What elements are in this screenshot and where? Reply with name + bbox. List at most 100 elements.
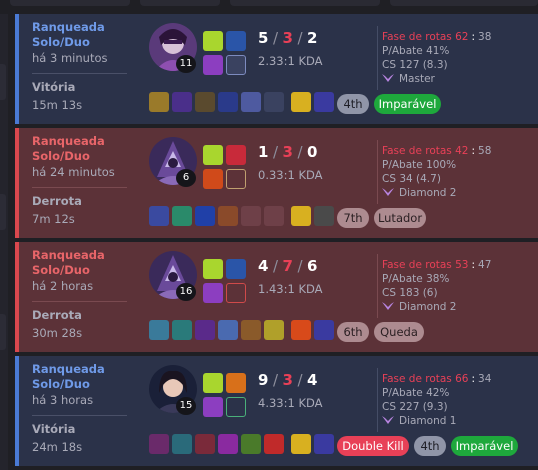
flash-spell-icon[interactable] — [203, 259, 223, 279]
rail-item[interactable] — [0, 194, 6, 230]
item-icon[interactable] — [314, 206, 334, 226]
assists: 6 — [307, 257, 318, 275]
stats-divider — [377, 140, 378, 204]
top-tab[interactable] — [10, 0, 130, 6]
match-result: Derrota — [32, 194, 82, 208]
rank-wings-icon — [382, 74, 394, 82]
match-card[interactable]: Ranqueada Solo/Duo há 2 horas Derrota 30… — [15, 242, 538, 352]
item-icon[interactable] — [172, 92, 192, 112]
item-icon[interactable] — [172, 434, 192, 454]
item-icon[interactable] — [195, 320, 215, 340]
rank-wings-icon — [382, 188, 394, 196]
item-icon[interactable] — [195, 434, 215, 454]
match-card[interactable]: Ranqueada Solo/Duo há 3 minutos Vitória … — [15, 14, 538, 124]
item-icon[interactable] — [172, 206, 192, 226]
divider — [32, 73, 127, 74]
item-icon[interactable] — [314, 92, 334, 112]
tag-badge: Double Kill — [337, 436, 409, 456]
flash-spell-icon[interactable] — [203, 373, 223, 393]
flash-spell-icon[interactable] — [203, 31, 223, 51]
top-tab[interactable] — [140, 0, 220, 6]
item-icon[interactable] — [241, 320, 261, 340]
item-icon[interactable] — [149, 206, 169, 226]
kills: 4 — [258, 257, 269, 275]
item-icon[interactable] — [195, 206, 215, 226]
item-icon[interactable] — [218, 320, 238, 340]
match-card[interactable]: Ranqueada Solo/Duo há 3 horas Vitória 24… — [15, 356, 538, 466]
primary-rune-icon[interactable] — [203, 55, 223, 75]
ignite-spell-icon[interactable] — [226, 145, 246, 165]
flash-spell-icon[interactable] — [203, 145, 223, 165]
kda-score: 9/3/4 — [258, 371, 318, 389]
kda-score: 4/7/6 — [258, 257, 318, 275]
secondary-rune-icon[interactable] — [226, 55, 246, 75]
top-tab[interactable] — [390, 0, 538, 6]
match-stats: Fase de rotas 62:38 P/Abate 41% CS 127 (… — [377, 26, 532, 90]
match-duration: 30m 28s — [32, 326, 83, 340]
item-icon[interactable] — [218, 434, 238, 454]
empty-item-slot — [264, 92, 284, 112]
top-tab[interactable] — [230, 0, 380, 6]
item-icon[interactable] — [149, 92, 169, 112]
stats-divider — [377, 26, 378, 90]
time-ago: há 2 horas — [32, 279, 94, 293]
tag-badge: Imparável — [451, 436, 518, 456]
time-ago: há 24 minutos — [32, 165, 115, 179]
kda-score: 1/3/0 — [258, 143, 318, 161]
ward-trinket-icon[interactable] — [291, 92, 311, 112]
item-icon[interactable] — [314, 320, 334, 340]
rank: Diamond 2 — [382, 186, 532, 200]
placement-badge: 7th — [337, 208, 369, 228]
item-icon[interactable] — [241, 92, 261, 112]
item-icon[interactable] — [218, 206, 238, 226]
ignite-spell-icon[interactable] — [226, 259, 246, 279]
assists: 0 — [307, 143, 318, 161]
rail-item[interactable] — [0, 314, 6, 350]
ward-trinket-icon[interactable] — [291, 434, 311, 454]
tag-badge: Lutador — [374, 208, 426, 228]
item-icon[interactable] — [172, 320, 192, 340]
kda-ratio: 4.33:1 KDA — [258, 396, 323, 410]
result-accent-bar — [15, 14, 19, 124]
item-icon[interactable] — [218, 92, 238, 112]
rail-item[interactable] — [0, 64, 6, 100]
kda-score: 5/3/2 — [258, 29, 318, 47]
deaths: 3 — [282, 29, 294, 47]
kill-participation: P/Abate 42% — [382, 387, 450, 399]
time-ago: há 3 horas — [32, 393, 94, 407]
item-icon[interactable] — [241, 434, 261, 454]
item-icon[interactable] — [149, 434, 169, 454]
stats-divider — [377, 368, 378, 432]
lane-phase: Fase de rotas 62:38 — [382, 31, 492, 43]
empty-item-slot — [241, 206, 261, 226]
primary-rune-icon[interactable] — [203, 397, 223, 417]
match-result: Vitória — [32, 80, 76, 94]
item-icon[interactable] — [314, 434, 334, 454]
rank-wings-icon — [382, 416, 394, 424]
lane-phase: Fase de rotas 42:58 — [382, 145, 492, 157]
queue-mode: Ranqueada Solo/Duo — [32, 134, 105, 163]
queue-mode: Ranqueada Solo/Duo — [32, 362, 105, 391]
divider — [32, 301, 127, 302]
primary-rune-icon[interactable] — [203, 283, 223, 303]
ward-trinket-icon[interactable] — [291, 320, 311, 340]
tag-badge: Queda — [374, 322, 424, 342]
lane-phase: Fase de rotas 66:34 — [382, 373, 492, 385]
match-stats: Fase de rotas 53:47 P/Abate 38% CS 183 (… — [377, 254, 532, 318]
match-result: Vitória — [32, 422, 76, 436]
item-icon[interactable] — [149, 320, 169, 340]
ignite-spell-icon[interactable] — [226, 31, 246, 51]
item-icon[interactable] — [195, 92, 215, 112]
item-icon[interactable] — [264, 320, 284, 340]
secondary-rune-icon[interactable] — [226, 397, 246, 417]
secondary-rune-icon[interactable] — [226, 283, 246, 303]
ward-trinket-icon[interactable] — [291, 206, 311, 226]
item-icon[interactable] — [264, 434, 284, 454]
match-card[interactable]: Ranqueada Solo/Duo há 24 minutos Derrota… — [15, 128, 538, 238]
lane-phase: Fase de rotas 53:47 — [382, 259, 492, 271]
primary-rune-icon[interactable] — [203, 169, 223, 189]
ignite-spell-icon[interactable] — [226, 373, 246, 393]
secondary-rune-icon[interactable] — [226, 169, 246, 189]
deaths: 7 — [282, 257, 294, 275]
champion-level: 11 — [176, 55, 196, 73]
